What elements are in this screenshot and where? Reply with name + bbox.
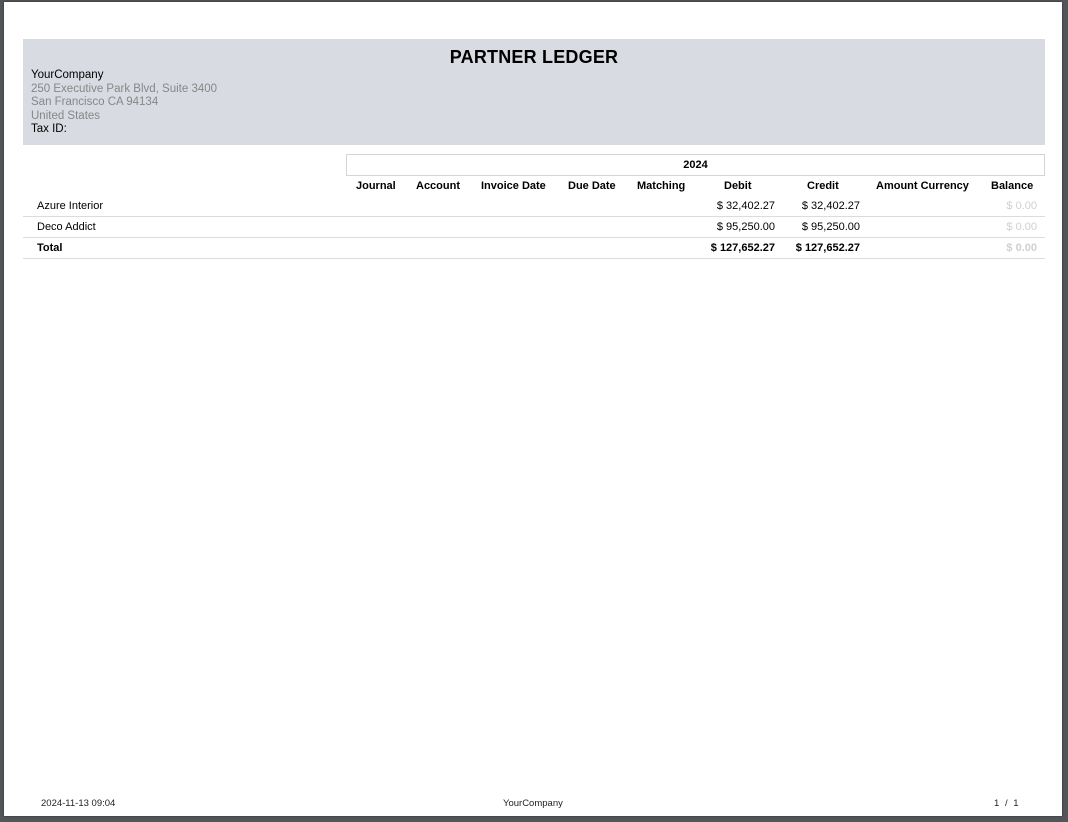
column-header-debit: Debit: [724, 180, 752, 192]
footer-timestamp: 2024-11-13 09:04: [41, 798, 116, 809]
table-row[interactable]: Azure Interior $ 32,402.27 $ 32,402.27 $…: [23, 196, 1045, 217]
company-address-block: YourCompany 250 Executive Park Blvd, Sui…: [31, 69, 217, 137]
column-header-invoice-date: Invoice Date: [481, 180, 546, 192]
company-tax-id: Tax ID:: [31, 123, 67, 136]
total-label: Total: [37, 242, 63, 254]
total-row: Total $ 127,652.27 $ 127,652.27 $ 0.00: [23, 238, 1045, 259]
table-header-row: Journal Account Invoice Date Due Date Ma…: [23, 176, 1045, 196]
column-header-amount-currency: Amount Currency: [876, 180, 969, 192]
column-header-account: Account: [416, 180, 460, 192]
company-name: YourCompany: [31, 69, 104, 81]
page-total: 1: [1013, 798, 1019, 809]
debit-value: $ 95,250.00: [716, 221, 775, 233]
column-header-journal: Journal: [356, 180, 396, 192]
ledger-table: Journal Account Invoice Date Due Date Ma…: [23, 176, 1045, 259]
balance-value: $ 0.00: [1006, 221, 1037, 233]
partner-name[interactable]: Azure Interior: [37, 200, 103, 212]
footer-company: YourCompany: [503, 798, 563, 809]
partner-name[interactable]: Deco Addict: [37, 221, 96, 233]
table-row[interactable]: Deco Addict $ 95,250.00 $ 95,250.00 $ 0.…: [23, 217, 1045, 238]
report-title: PARTNER LEDGER: [449, 47, 619, 67]
report-header: PARTNER LEDGER YourCompany 250 Executive…: [23, 39, 1045, 145]
column-header-balance: Balance: [991, 180, 1034, 192]
page-separator: /: [1004, 798, 1008, 809]
company-country: United States: [31, 109, 101, 122]
footer-page-number: 1 / 1: [994, 798, 1019, 809]
report-page: PARTNER LEDGER YourCompany 250 Executive…: [4, 2, 1062, 816]
column-header-matching: Matching: [637, 180, 686, 192]
debit-value: $ 32,402.27: [716, 200, 775, 212]
total-balance-value: $ 0.00: [1006, 242, 1037, 254]
period-header: 2024: [346, 154, 1045, 176]
page-current: 1: [994, 798, 1000, 809]
credit-value: $ 32,402.27: [801, 200, 860, 212]
credit-value: $ 95,250.00: [801, 221, 860, 233]
company-address-line2: San Francisco CA 94134: [31, 96, 159, 109]
balance-value: $ 0.00: [1006, 200, 1037, 212]
company-address-line1: 250 Executive Park Blvd, Suite 3400: [31, 82, 218, 95]
column-header-due-date: Due Date: [568, 180, 616, 192]
total-credit-value: $ 127,652.27: [795, 242, 860, 254]
column-header-credit: Credit: [807, 180, 839, 192]
total-debit-value: $ 127,652.27: [710, 242, 775, 254]
